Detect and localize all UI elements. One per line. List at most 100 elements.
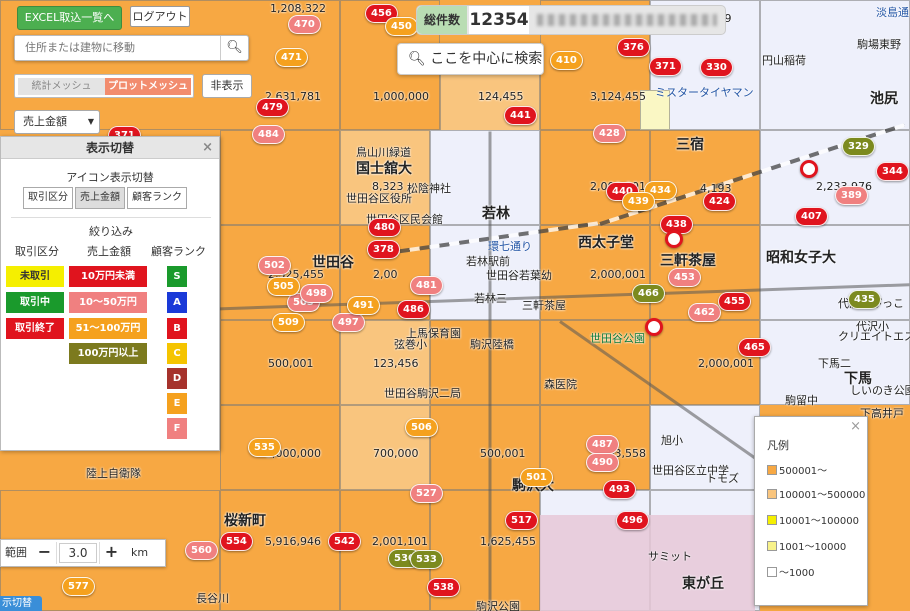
map-marker[interactable]: 509 bbox=[272, 313, 305, 332]
map-marker-selected[interactable] bbox=[665, 230, 683, 248]
map-marker[interactable]: 371 bbox=[649, 57, 682, 76]
close-icon[interactable]: × bbox=[850, 419, 861, 434]
map-marker[interactable]: 428 bbox=[593, 124, 626, 143]
place-label: サミット bbox=[648, 550, 692, 563]
display-toggle-tab[interactable]: 示切替 bbox=[0, 596, 42, 611]
center-search-button[interactable]: 🔍︎ ここを中心に検索 bbox=[397, 43, 544, 75]
place-label: 西太子堂 bbox=[578, 235, 634, 251]
filter-rank-b[interactable]: B bbox=[167, 318, 187, 339]
map-marker[interactable]: 538 bbox=[427, 578, 460, 597]
map-marker[interactable]: 497 bbox=[332, 313, 365, 332]
map-marker[interactable]: 439 bbox=[622, 192, 655, 211]
map-marker[interactable]: 479 bbox=[256, 98, 289, 117]
filter-rank-e[interactable]: E bbox=[167, 393, 187, 414]
panel-header: 表示切替 × bbox=[1, 137, 219, 159]
map-marker[interactable]: 410 bbox=[550, 51, 583, 70]
excel-list-button[interactable]: EXCEL取込一覧へ bbox=[17, 6, 122, 30]
place-label: 世田谷駒沢二局 bbox=[384, 387, 461, 400]
range-value-input[interactable]: 3.0 bbox=[59, 543, 97, 563]
filter-trade-none[interactable]: 未取引 bbox=[6, 266, 64, 287]
filter-rank-c[interactable]: C bbox=[167, 343, 187, 364]
logout-button[interactable]: ログアウト bbox=[130, 6, 190, 27]
map-marker[interactable]: 466 bbox=[632, 284, 665, 303]
map-marker-selected[interactable] bbox=[645, 318, 663, 336]
map-marker[interactable]: 470 bbox=[288, 15, 321, 34]
panel-title: 表示切替 bbox=[85, 141, 134, 155]
legend-row: 10001〜100000 bbox=[767, 515, 859, 529]
map-marker[interactable]: 480 bbox=[368, 218, 401, 237]
map-marker[interactable]: 471 bbox=[275, 48, 308, 67]
mesh-value: 500,001 bbox=[480, 447, 526, 460]
place-label: 駒沢陸橋 bbox=[470, 338, 514, 351]
map-marker[interactable]: 502 bbox=[258, 256, 291, 275]
map-marker[interactable]: 329 bbox=[842, 137, 875, 156]
stat-mesh-button[interactable]: 統計メッシュ bbox=[18, 78, 105, 95]
address-search: 🔍︎ bbox=[14, 35, 249, 61]
map-marker-selected[interactable] bbox=[800, 160, 818, 178]
map-marker[interactable]: 505 bbox=[267, 277, 300, 296]
map-marker[interactable]: 490 bbox=[586, 453, 619, 472]
address-search-input[interactable] bbox=[15, 36, 220, 60]
tab-sales-amount[interactable]: 売上金額 bbox=[75, 187, 125, 209]
filter-sales-10-50[interactable]: 10〜50万円 bbox=[69, 292, 147, 313]
map-marker[interactable]: 517 bbox=[505, 511, 538, 530]
map-marker[interactable]: 344 bbox=[876, 162, 909, 181]
map-marker[interactable]: 453 bbox=[668, 268, 701, 287]
map-marker[interactable]: 484 bbox=[252, 125, 285, 144]
map-marker[interactable]: 560 bbox=[185, 541, 218, 560]
map-marker[interactable]: 493 bbox=[603, 480, 636, 499]
map-marker[interactable]: 498 bbox=[300, 284, 333, 303]
map-marker[interactable]: 435 bbox=[848, 290, 881, 309]
map-marker[interactable]: 376 bbox=[617, 38, 650, 57]
map-marker[interactable]: 533 bbox=[410, 550, 443, 569]
filter-rank-s[interactable]: S bbox=[167, 266, 187, 287]
map-marker[interactable]: 496 bbox=[616, 511, 649, 530]
place-label: 昭和女子大 bbox=[766, 250, 836, 266]
place-label: 世田谷若葉幼 bbox=[486, 269, 552, 282]
filter-trade-active[interactable]: 取引中 bbox=[6, 292, 64, 313]
filter-rank-f[interactable]: F bbox=[167, 418, 187, 439]
map-marker[interactable]: 554 bbox=[220, 532, 253, 551]
map-marker[interactable]: 462 bbox=[688, 303, 721, 322]
map-marker[interactable]: 501 bbox=[520, 468, 553, 487]
map-marker[interactable]: 441 bbox=[504, 106, 537, 125]
map-marker[interactable]: 481 bbox=[410, 276, 443, 295]
map-marker[interactable]: 407 bbox=[795, 207, 828, 226]
map-marker[interactable]: 465 bbox=[738, 338, 771, 357]
map-marker[interactable]: 542 bbox=[328, 532, 361, 551]
legend-panel: × 凡例 500001〜 100001〜500000 10001〜100000 … bbox=[754, 416, 868, 606]
map-marker[interactable]: 389 bbox=[835, 186, 868, 205]
map-marker[interactable]: 491 bbox=[347, 296, 380, 315]
tab-trade-type[interactable]: 取引区分 bbox=[23, 187, 73, 209]
place-label: しいのき公園 bbox=[850, 384, 910, 397]
filter-rank-d[interactable]: D bbox=[167, 368, 187, 389]
sales-select[interactable]: 売上金額 ▼ bbox=[14, 110, 100, 134]
plot-mesh-button[interactable]: プロットメッシュ bbox=[105, 78, 191, 95]
map-marker[interactable]: 486 bbox=[397, 300, 430, 319]
map-marker[interactable]: 424 bbox=[703, 192, 736, 211]
place-label: 松陰神社 bbox=[407, 182, 451, 195]
range-increase-button[interactable]: + bbox=[99, 542, 123, 564]
map-marker[interactable]: 535 bbox=[248, 438, 281, 457]
map-marker[interactable]: 487 bbox=[586, 435, 619, 454]
map-marker[interactable]: 455 bbox=[718, 292, 751, 311]
filter-sales-under-10[interactable]: 10万円未満 bbox=[69, 266, 147, 287]
chevron-down-icon: ▼ bbox=[87, 117, 94, 126]
map-marker[interactable]: 527 bbox=[410, 484, 443, 503]
filter-rank-a[interactable]: A bbox=[167, 292, 187, 313]
map-marker[interactable]: 577 bbox=[62, 577, 95, 596]
filter-sales-over-100[interactable]: 100万円以上 bbox=[69, 343, 147, 364]
map-marker[interactable]: 378 bbox=[367, 240, 400, 259]
map-marker[interactable]: 506 bbox=[405, 418, 438, 437]
filter-sales-51-100[interactable]: 51〜100万円 bbox=[69, 318, 147, 339]
search-icon[interactable]: 🔍︎ bbox=[220, 36, 248, 60]
filter-trade-ended[interactable]: 取引終了 bbox=[6, 318, 64, 339]
tab-customer-rank[interactable]: 顧客ランク bbox=[127, 187, 187, 209]
sales-col-title: 売上金額 bbox=[87, 245, 131, 258]
map-marker[interactable]: 450 bbox=[385, 17, 418, 36]
hide-button[interactable]: 非表示 bbox=[202, 74, 252, 98]
range-decrease-button[interactable]: − bbox=[33, 542, 57, 564]
map-marker[interactable]: 330 bbox=[700, 58, 733, 77]
close-icon[interactable]: × bbox=[202, 137, 213, 159]
place-label: 上馬保育園 bbox=[406, 327, 461, 340]
